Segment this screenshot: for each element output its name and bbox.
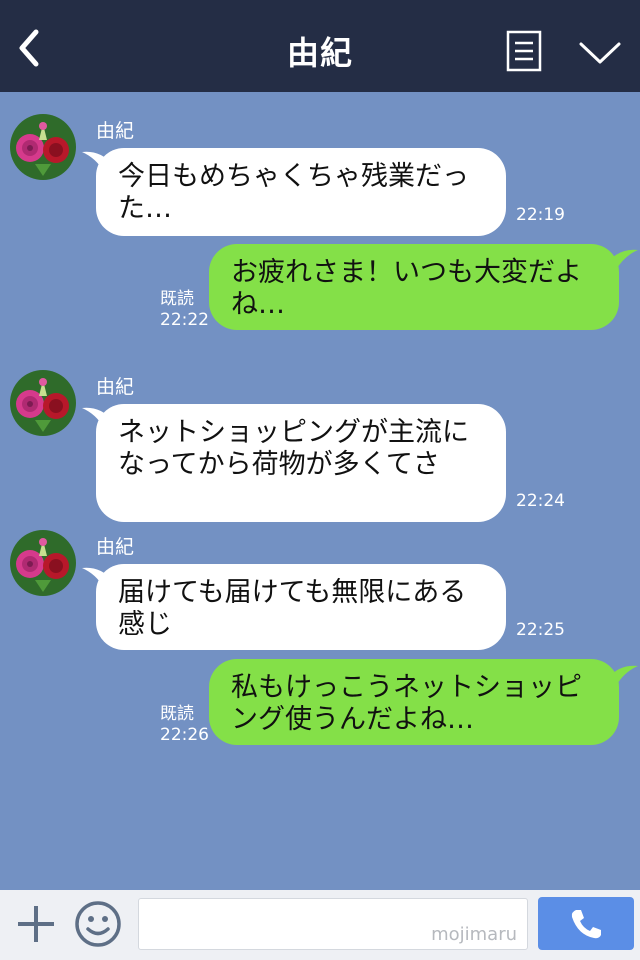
avatar-rose-icon xyxy=(10,114,76,180)
message-bubble-outgoing[interactable]: お疲れさま！いつも大変だよね… xyxy=(209,244,619,330)
message-bubble-incoming[interactable]: 今日もめちゃくちゃ残業だった… xyxy=(96,148,506,236)
call-button[interactable] xyxy=(538,897,634,950)
chat-title: 由紀 xyxy=(286,34,353,72)
sender-name: 由紀 xyxy=(96,120,135,142)
back-icon[interactable] xyxy=(14,26,46,70)
watermark: mojimaru xyxy=(431,924,517,945)
menu-icon[interactable] xyxy=(506,30,542,72)
message-time: 22:19 xyxy=(516,205,565,225)
message-time: 22:25 xyxy=(516,620,565,640)
chat-header: 由紀 xyxy=(0,0,640,92)
sender-name: 由紀 xyxy=(96,536,135,558)
read-status: 既読 xyxy=(160,289,194,309)
avatar-rose-icon xyxy=(10,370,76,436)
avatar-rose-icon xyxy=(10,530,76,596)
avatar[interactable] xyxy=(10,530,76,596)
message-time: 22:22 xyxy=(160,310,209,330)
message-bubble-outgoing[interactable]: 私もけっこうネットショッピング使うんだよね… xyxy=(209,659,619,745)
message-time: 22:26 xyxy=(160,725,209,745)
message-bubble-incoming[interactable]: ネットショッピングが主流になってから荷物が多くてさ xyxy=(96,404,506,522)
avatar[interactable] xyxy=(10,114,76,180)
message-time: 22:24 xyxy=(516,491,565,511)
message-input[interactable]: mojimaru xyxy=(138,898,528,950)
phone-icon xyxy=(571,910,601,939)
sender-name: 由紀 xyxy=(96,376,135,398)
read-status: 既読 xyxy=(160,704,194,724)
plus-icon[interactable] xyxy=(14,902,58,946)
chevron-down-icon[interactable] xyxy=(578,38,622,68)
message-bubble-incoming[interactable]: 届けても届けても無限にある感じ xyxy=(96,564,506,650)
avatar[interactable] xyxy=(10,370,76,436)
smile-icon[interactable] xyxy=(74,900,122,948)
